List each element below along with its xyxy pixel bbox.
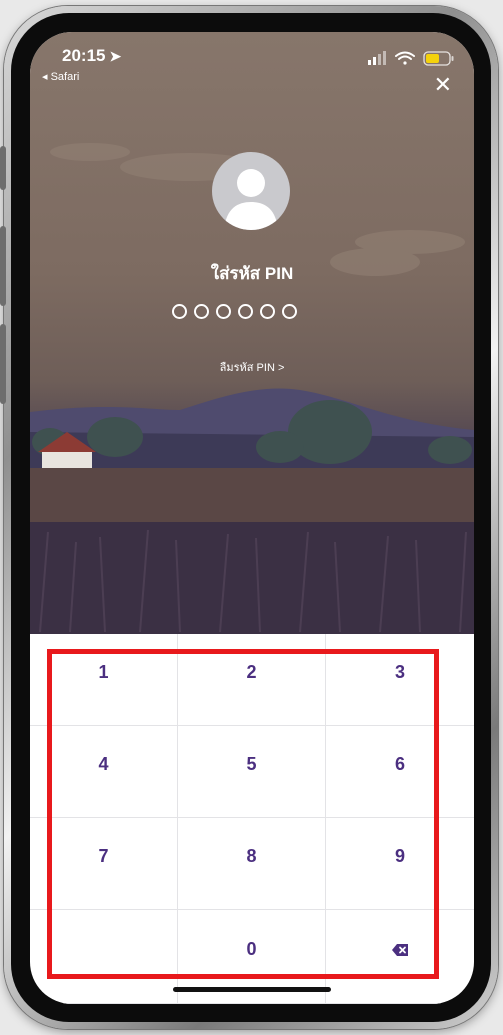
pin-indicator: [172, 304, 297, 319]
mute-switch: [0, 146, 6, 190]
forgot-pin-link[interactable]: ลืมรหัส PIN >: [30, 358, 474, 376]
backspace-icon: [392, 943, 408, 956]
key-9[interactable]: 9: [326, 818, 474, 910]
key-5[interactable]: 5: [178, 726, 326, 818]
home-indicator[interactable]: [173, 987, 331, 992]
key-8[interactable]: 8: [178, 818, 326, 910]
screen: 20:15 ➤ ◂ Safari ✕ ใส่รหัส PIN ลืมรหัส P…: [30, 32, 474, 1004]
key-3[interactable]: 3: [326, 634, 474, 726]
hero-background: 20:15 ➤ ◂ Safari ✕ ใส่รหัส PIN ลืมรหัส P…: [30, 32, 474, 634]
wifi-icon: [395, 51, 415, 65]
pin-dot: [260, 304, 275, 319]
volume-up-button: [0, 226, 6, 306]
backspace-key[interactable]: [326, 910, 474, 1004]
status-time: 20:15 ➤: [62, 46, 121, 66]
pin-dot: [282, 304, 297, 319]
key-empty: [30, 910, 178, 1004]
user-avatar-icon: [212, 152, 290, 230]
close-icon[interactable]: ✕: [434, 74, 452, 96]
volume-down-button: [0, 324, 6, 404]
status-icons: [368, 51, 454, 66]
key-1[interactable]: 1: [30, 634, 178, 726]
location-arrow-icon: ➤: [109, 48, 122, 64]
pin-dot: [172, 304, 187, 319]
time-label: 20:15: [62, 46, 106, 65]
pin-dot: [216, 304, 231, 319]
key-7[interactable]: 7: [30, 818, 178, 910]
battery-icon: [423, 51, 454, 66]
pin-dot: [194, 304, 209, 319]
signal-icon: [368, 51, 386, 65]
pin-dot: [238, 304, 253, 319]
key-6[interactable]: 6: [326, 726, 474, 818]
pin-title: ใส่รหัส PIN: [210, 264, 294, 283]
key-2[interactable]: 2: [178, 634, 326, 726]
landscape-illustration: [30, 143, 474, 634]
pin-keypad: 1 2 3 4 5 6 7 8 9 0: [30, 634, 474, 1004]
key-4[interactable]: 4: [30, 726, 178, 818]
back-to-app-link[interactable]: ◂ Safari: [42, 70, 79, 83]
